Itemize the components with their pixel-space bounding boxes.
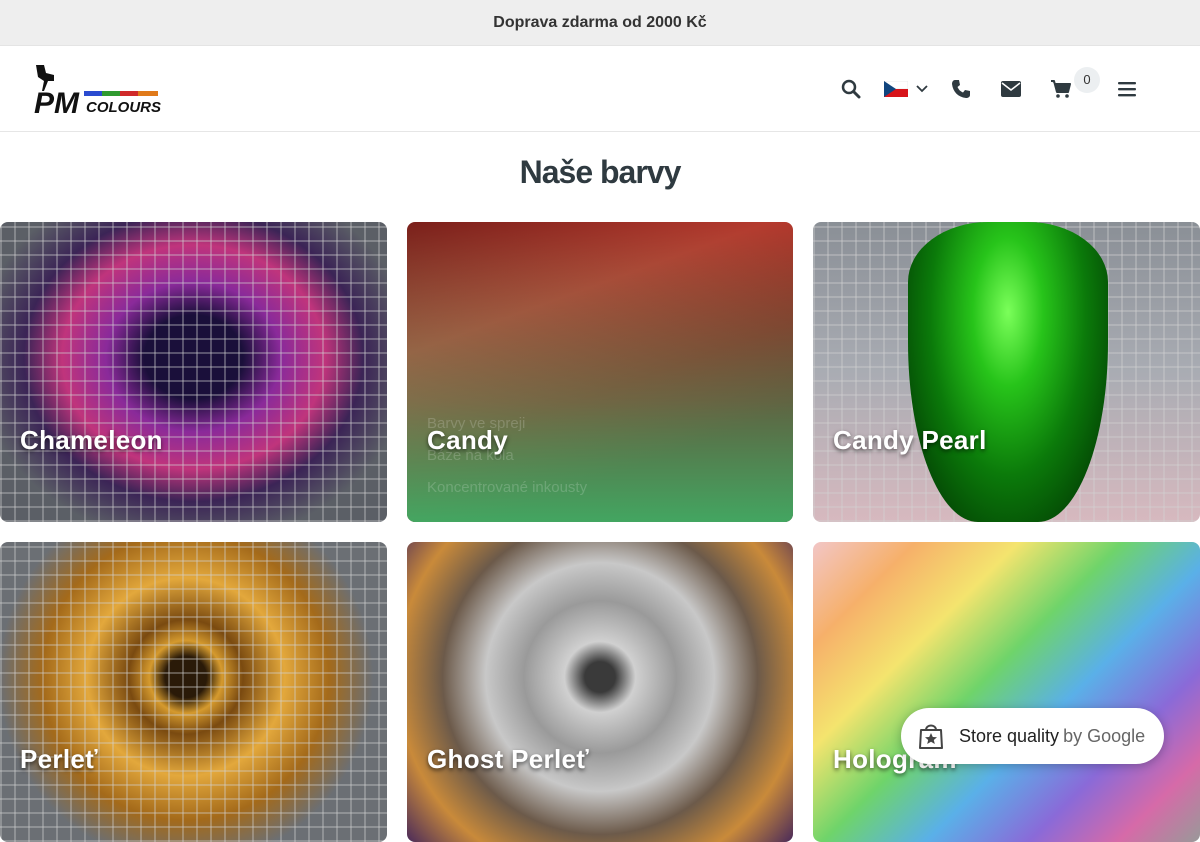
site-header: PM COLOURS 0 <box>0 46 1200 132</box>
store-quality-by: by Google <box>1063 725 1146 746</box>
chevron-down-icon <box>916 84 928 92</box>
announcement-bar: Doprava zdarma od 2000 Kč <box>0 0 1200 46</box>
site-logo[interactable]: PM COLOURS <box>32 63 172 115</box>
category-card-candy-pearl[interactable]: Candy Pearl <box>813 222 1200 522</box>
shopping-bag-badge-icon <box>919 724 943 749</box>
hamburger-menu-icon <box>1118 81 1136 96</box>
svg-text:COLOURS: COLOURS <box>86 99 161 115</box>
store-quality-badge[interactable]: Store quality by Google <box>901 708 1164 764</box>
cart-button[interactable]: 0 <box>1036 66 1100 109</box>
store-quality-label: Store quality <box>959 725 1060 746</box>
search-icon <box>841 79 861 98</box>
sublink[interactable]: Koncentrované inkousty <box>427 472 587 504</box>
category-label: Candy Pearl <box>833 425 987 455</box>
category-label: Perleť <box>20 744 98 774</box>
sublink[interactable]: Barvy ve spreji <box>427 408 587 440</box>
category-card-candy[interactable]: Candy Barvy ve spreji Báze na kola Konce… <box>407 222 793 522</box>
phone-icon <box>952 79 970 98</box>
category-sublinks: Barvy ve spreji Báze na kola Koncentrova… <box>427 408 587 504</box>
category-card-ghost-perlet[interactable]: Ghost Perleť <box>407 542 793 842</box>
category-card-hologram[interactable]: Hologram <box>813 542 1200 842</box>
svg-text:PM: PM <box>34 87 80 115</box>
pmcolours-logo: PM COLOURS <box>34 64 161 115</box>
announcement-text: Doprava zdarma od 2000 Kč <box>493 13 707 31</box>
cart-icon <box>1051 79 1071 98</box>
category-label: Ghost Perleť <box>427 744 589 774</box>
email-button[interactable] <box>986 69 1036 109</box>
category-card-perlet[interactable]: Perleť <box>0 542 387 842</box>
page-title: Naše barvy <box>519 154 682 190</box>
card-image-fender <box>908 222 1108 522</box>
envelope-icon <box>1001 80 1021 97</box>
menu-button[interactable] <box>1102 69 1152 109</box>
language-selector[interactable] <box>876 69 936 109</box>
category-card-chameleon[interactable]: Chameleon <box>0 222 387 522</box>
phone-button[interactable] <box>936 69 986 109</box>
sublink[interactable]: Báze na kola <box>427 440 587 472</box>
category-label: Chameleon <box>20 425 163 455</box>
czech-flag-icon <box>884 80 908 97</box>
cart-count-badge: 0 <box>1074 66 1100 93</box>
card-image <box>0 542 387 842</box>
search-button[interactable] <box>826 69 876 109</box>
card-image <box>0 222 387 522</box>
header-actions: 0 <box>826 66 1152 109</box>
